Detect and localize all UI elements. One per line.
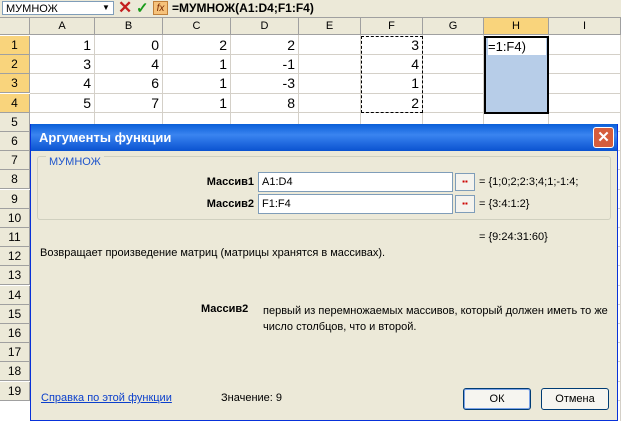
- row-header-5[interactable]: 5: [0, 112, 30, 132]
- cell-c2[interactable]: 1: [163, 55, 231, 74]
- cell-d4[interactable]: 8: [231, 94, 299, 113]
- column-header-i[interactable]: I: [549, 18, 621, 35]
- cell-a4[interactable]: 5: [30, 94, 95, 113]
- name-box-value: МУМНОЖ: [6, 3, 58, 15]
- function-description: Возвращает произведение матриц (матрицы …: [40, 247, 386, 259]
- row-header-10[interactable]: 10: [0, 208, 30, 228]
- column-header-g[interactable]: G: [423, 18, 484, 35]
- arg1-result: = {1;0;2;2:3;4;1;-1:4;: [479, 176, 579, 188]
- argument-help-text: первый из перемножаемых массивов, которы…: [263, 305, 608, 333]
- function-arguments-dialog: Аргументы функции ✕ МУМНОЖ Массив1 A1:D4…: [30, 124, 618, 421]
- arg2-result: = {3:4:1:2}: [479, 198, 530, 210]
- cell-b2[interactable]: 4: [95, 55, 163, 74]
- cancel-icon[interactable]: ✕: [118, 0, 132, 18]
- cell-d3[interactable]: -3: [231, 74, 299, 93]
- value-number: 9: [275, 392, 283, 404]
- enter-icon[interactable]: ✓: [136, 0, 149, 17]
- column-header-h[interactable]: H: [484, 18, 549, 35]
- ok-button[interactable]: ОК: [463, 388, 531, 410]
- cell-a2[interactable]: 3: [30, 55, 95, 74]
- name-box[interactable]: МУМНОЖ ▼: [2, 1, 114, 15]
- collapse-dialog-icon[interactable]: ▪▪: [455, 173, 475, 191]
- cell-c4[interactable]: 1: [163, 94, 231, 113]
- row-header-2[interactable]: 2: [0, 55, 30, 75]
- column-header-f[interactable]: F: [361, 18, 423, 35]
- row-header-4[interactable]: 4: [0, 93, 30, 113]
- cell-c1[interactable]: 2: [163, 36, 231, 55]
- row-header-18[interactable]: 18: [0, 362, 30, 382]
- arg1-label: Массив1: [206, 176, 254, 188]
- cell-b1[interactable]: 0: [95, 36, 163, 55]
- column-header-d[interactable]: D: [231, 18, 299, 35]
- cell-c3[interactable]: 1: [163, 74, 231, 93]
- cell-d2[interactable]: -1: [231, 55, 299, 74]
- selected-range[interactable]: =1:F4): [484, 36, 549, 114]
- row-header-16[interactable]: 16: [0, 324, 30, 343]
- row-header-14[interactable]: 14: [0, 285, 30, 305]
- arg2-input[interactable]: F1:F4: [258, 194, 453, 214]
- function-name: МУМНОЖ: [46, 156, 104, 168]
- insert-function-icon[interactable]: fx: [153, 1, 168, 15]
- cell-a3[interactable]: 4: [30, 74, 95, 93]
- value-label: Значение:: [221, 392, 273, 404]
- cell-d1[interactable]: 2: [231, 36, 299, 55]
- column-header-e[interactable]: E: [299, 18, 361, 35]
- formula-input[interactable]: =МУМНОЖ(A1:D4;F1:F4): [172, 1, 314, 16]
- column-header-a[interactable]: A: [30, 18, 95, 35]
- row-header-9[interactable]: 9: [0, 189, 30, 209]
- arg1-input[interactable]: A1:D4: [258, 172, 453, 192]
- argument-help-name: Массив2: [201, 303, 249, 315]
- cell-b3[interactable]: 6: [95, 74, 163, 93]
- select-all-corner[interactable]: [0, 18, 30, 35]
- formula-bar: МУМНОЖ ▼ ✕ ✓ fx =МУМНОЖ(A1:D4;F1:F4): [0, 0, 621, 18]
- value-display: Значение: 9: [221, 392, 282, 404]
- arg2-label: Массив2: [206, 198, 254, 210]
- cell-h1-editing[interactable]: =1:F4): [488, 38, 546, 55]
- row-header-12[interactable]: 12: [0, 247, 30, 267]
- row-header-15[interactable]: 15: [0, 304, 30, 324]
- help-link[interactable]: Справка по этой функции: [41, 392, 172, 404]
- cell-b4[interactable]: 7: [95, 94, 163, 113]
- row-header-7[interactable]: 7: [0, 151, 30, 171]
- cell-a1[interactable]: 1: [30, 36, 95, 55]
- column-header-c[interactable]: C: [163, 18, 231, 35]
- collapse-dialog-icon[interactable]: ▪▪: [455, 195, 475, 213]
- close-icon[interactable]: ✕: [593, 127, 614, 148]
- column-header-b[interactable]: B: [95, 18, 163, 35]
- dialog-title-bar[interactable]: Аргументы функции ✕: [31, 124, 617, 151]
- dialog-title: Аргументы функции: [39, 130, 172, 145]
- row-header-17[interactable]: 17: [0, 343, 30, 363]
- chevron-down-icon[interactable]: ▼: [99, 2, 113, 14]
- row-header-3[interactable]: 3: [0, 74, 30, 94]
- formula-result: = {9:24:31:60}: [479, 231, 548, 243]
- row-header-8[interactable]: 8: [0, 170, 30, 190]
- row-header-19[interactable]: 19: [0, 381, 30, 401]
- cancel-button[interactable]: Отмена: [541, 388, 609, 410]
- row-header-11[interactable]: 11: [0, 228, 30, 247]
- row-header-6[interactable]: 6: [0, 132, 30, 151]
- row-header-13[interactable]: 13: [0, 266, 30, 286]
- copy-marquee: [361, 36, 423, 113]
- row-header-1[interactable]: 1: [0, 36, 30, 55]
